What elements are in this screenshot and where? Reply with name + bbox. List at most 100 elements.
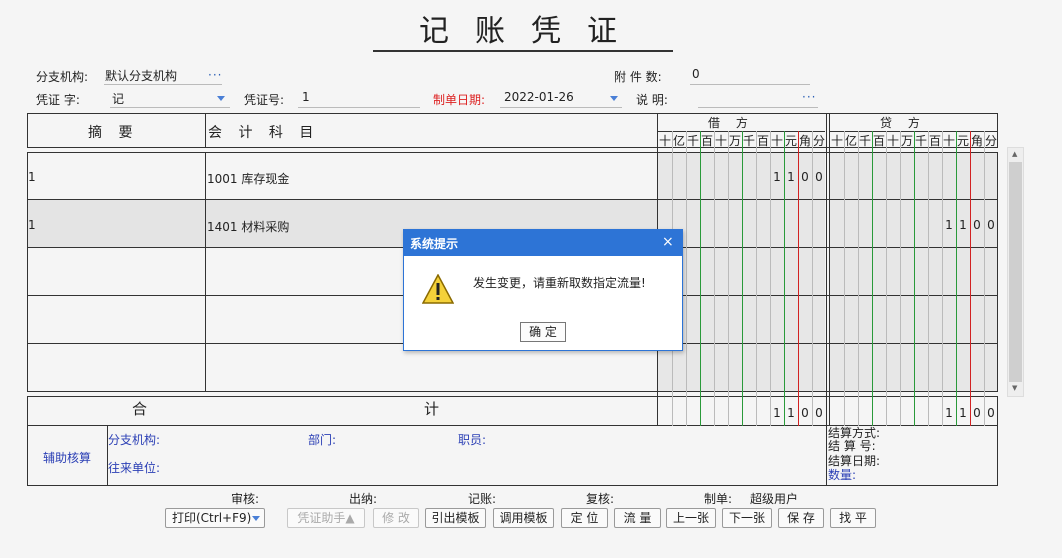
row1-summary[interactable]: 1: [28, 170, 36, 184]
export-template-button[interactable]: 引出模板: [425, 508, 486, 528]
load-template-button[interactable]: 调用模板: [493, 508, 554, 528]
flow-button[interactable]: 流 量: [614, 508, 661, 528]
debit-digit-header: 十: [770, 134, 783, 148]
aux-quantity[interactable]: 数量:: [828, 469, 856, 482]
assist-button[interactable]: 凭证助手▲: [287, 508, 365, 528]
col-account-header: 会 计 科 目: [208, 125, 320, 141]
total-debit-digit: 1: [773, 406, 781, 420]
system-dialog: 系统提示 × 发生变更，请重新取数指定流量! 确 定: [403, 229, 683, 351]
credit-digit-header: 亿: [844, 134, 857, 148]
aux-settle-date: 结算日期:: [828, 454, 881, 468]
credit-digit-header: 十: [942, 134, 955, 148]
credit-separator: [826, 113, 827, 426]
credit-digit-divider: [914, 131, 915, 426]
modify-button[interactable]: 修 改: [373, 508, 419, 528]
dialog-message: 发生变更，请重新取数指定流量!: [473, 276, 646, 290]
audit-label: 审核:: [231, 492, 260, 506]
scroll-down-icon[interactable]: ▼: [1012, 384, 1017, 392]
row2-account[interactable]: 1401 材料采购: [207, 218, 289, 235]
prev-button[interactable]: 上一张: [666, 508, 716, 528]
debit-amount-digit: 1: [773, 170, 781, 184]
ok-button[interactable]: 确 定: [520, 322, 566, 342]
balance-button[interactable]: 找 平: [830, 508, 876, 528]
debit-digit-divider: [728, 131, 729, 426]
debit-digit-header: 千: [686, 134, 699, 148]
column-divider: [205, 113, 206, 148]
credit-digit-divider: [900, 131, 901, 426]
dialog-title: 系统提示: [410, 237, 459, 251]
aux-dept[interactable]: 部门:: [308, 431, 336, 448]
column-divider: [826, 425, 827, 486]
debit-digit-header: 百: [700, 134, 713, 148]
scrollbar-thumb[interactable]: [1009, 162, 1022, 382]
aux-settle-no: 结 算 号:: [828, 439, 876, 453]
total-row: [27, 396, 998, 426]
total-credit-digit: 1: [945, 406, 953, 420]
next-button[interactable]: 下一张: [722, 508, 772, 528]
total-debit-digit: 0: [801, 406, 809, 420]
credit-digit-divider: [844, 131, 845, 426]
credit-amount-digit: 0: [973, 218, 981, 232]
aux-staff[interactable]: 职员:: [458, 431, 486, 448]
total-credit-digit: 0: [973, 406, 981, 420]
print-button[interactable]: 打印(Ctrl+F9): [165, 508, 265, 528]
total-ji-label: 计: [424, 400, 440, 418]
debit-digit-header: 百: [756, 134, 769, 148]
aux-contact[interactable]: 往来单位:: [108, 459, 160, 476]
total-debit-digit: 1: [787, 406, 795, 420]
scroll-up-icon[interactable]: ▲: [1012, 150, 1017, 158]
maker-value: 超级用户: [750, 492, 799, 506]
credit-digit-header: 元: [956, 134, 969, 148]
credit-digit-header: 十: [886, 134, 899, 148]
dialog-titlebar: 系统提示 ×: [404, 230, 682, 256]
total-credit-digit: 1: [959, 406, 967, 420]
credit-digit-header: 千: [914, 134, 927, 148]
maker-label: 制单:: [704, 492, 733, 506]
credit-digit-header: 角: [970, 134, 983, 148]
debit-amount-digit: 0: [815, 170, 823, 184]
debit-header: 借 方: [708, 116, 754, 130]
aux-branch[interactable]: 分支机构:: [108, 431, 160, 448]
credit-amount-digit: 1: [959, 218, 967, 232]
row2-summary[interactable]: 1: [28, 218, 36, 232]
debit-digit-divider: [756, 131, 757, 426]
credit-digit-header: 百: [928, 134, 941, 148]
debit-digit-header: 元: [784, 134, 797, 148]
debit-digit-divider: [742, 131, 743, 426]
credit-digit-divider: [858, 131, 859, 426]
aux-title: 辅助核算: [43, 451, 92, 465]
row1-account[interactable]: 1001 库存现金: [207, 170, 289, 187]
debit-digit-header: 分: [812, 134, 825, 148]
debit-amount-digit: 1: [787, 170, 795, 184]
credit-digit-divider: [872, 131, 873, 426]
review-label: 复核:: [586, 492, 615, 506]
credit-amount-digit: 0: [987, 218, 995, 232]
credit-digit-divider: [928, 131, 929, 426]
total-debit-digit: 0: [815, 406, 823, 420]
locate-button[interactable]: 定 位: [561, 508, 608, 528]
debit-digit-header: 十: [658, 134, 671, 148]
save-button[interactable]: 保 存: [778, 508, 824, 528]
debit-digit-divider: [714, 131, 715, 426]
cashier-label: 出纳:: [349, 492, 378, 506]
debit-digit-header: 角: [798, 134, 811, 148]
close-icon[interactable]: ×: [662, 234, 674, 250]
credit-digit-header: 万: [900, 134, 913, 148]
credit-digit-divider: [886, 131, 887, 426]
total-he-label: 合: [132, 400, 148, 418]
credit-digit-header: 千: [858, 134, 871, 148]
debit-digit-header: 亿: [672, 134, 685, 148]
debit-digit-divider: [686, 131, 687, 426]
total-credit-digit: 0: [987, 406, 995, 420]
chevron-down-icon: [252, 516, 260, 521]
credit-digit-divider: [970, 131, 971, 426]
debit-digit-header: 千: [742, 134, 755, 148]
credit-digit-divider: [956, 131, 957, 426]
credit-header: 贷 方: [880, 116, 926, 130]
debit-amount-digit: 0: [801, 170, 809, 184]
credit-left-border: [829, 113, 830, 426]
credit-amount-digit: 1: [945, 218, 953, 232]
print-label: 打印(Ctrl+F9): [172, 511, 252, 525]
col-summary-header: 摘 要: [88, 125, 139, 141]
credit-digit-header: 分: [984, 134, 997, 148]
